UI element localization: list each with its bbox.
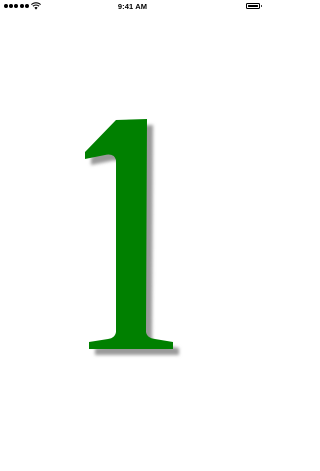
screen: 9:41 AM 1 — [0, 0, 265, 471]
numeral-one — [85, 119, 173, 349]
numeral-graphic: 1 — [85, 119, 179, 355]
numeral-display: 1 — [0, 0, 265, 471]
